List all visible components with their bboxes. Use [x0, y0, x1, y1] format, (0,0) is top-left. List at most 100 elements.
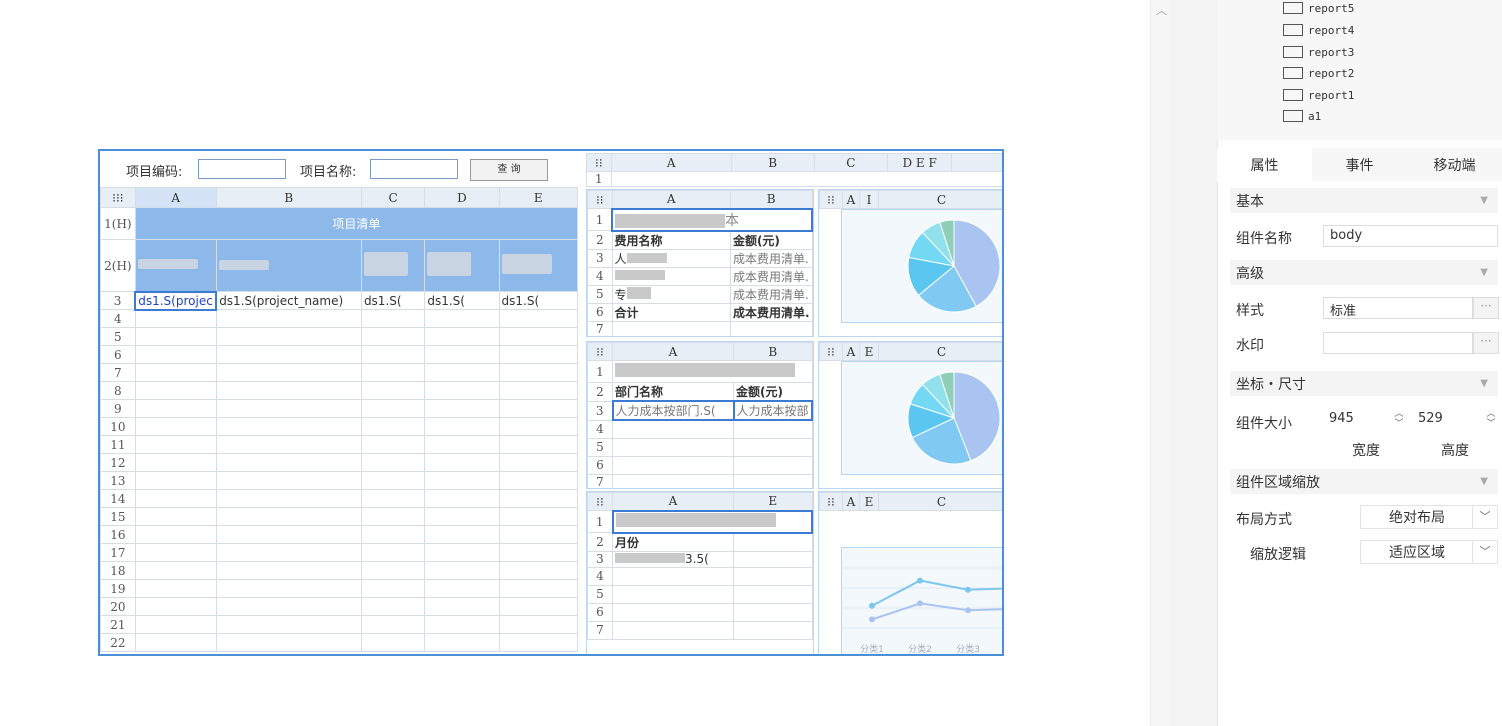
col-header[interactable]: A	[134, 187, 217, 208]
param-code-input[interactable]	[198, 159, 286, 179]
layout-select[interactable]: 绝对布局 ﹀	[1360, 505, 1498, 529]
data-cell[interactable]: 人力成本按部	[732, 400, 813, 421]
data-cell[interactable]	[134, 561, 217, 580]
data-cell[interactable]	[215, 507, 362, 526]
data-cell[interactable]	[360, 579, 426, 598]
data-cell[interactable]: 月份	[612, 532, 734, 552]
header-cell[interactable]	[498, 239, 579, 292]
data-cell[interactable]	[498, 327, 579, 346]
data-cell[interactable]	[733, 550, 813, 568]
data-cell[interactable]: 合计	[611, 302, 731, 322]
data-cell[interactable]: 金额(元)	[729, 230, 813, 250]
pie-chart-2[interactable]	[841, 361, 1002, 475]
monthly-report[interactable]: ⁝⁝ A E 1 2 月份 3 3.5( 4 5 6 7	[586, 491, 814, 654]
col-header[interactable]: A	[610, 153, 732, 172]
data-cell[interactable]	[215, 417, 362, 436]
data-cell[interactable]	[134, 633, 217, 652]
data-cell[interactable]: 金额(元)	[733, 382, 813, 402]
data-cell[interactable]	[498, 633, 579, 652]
data-cell[interactable]	[360, 489, 426, 508]
data-cell[interactable]	[360, 309, 426, 328]
data-cell[interactable]	[360, 345, 426, 364]
data-cell[interactable]	[360, 381, 426, 400]
data-cell[interactable]: ds1.S(	[360, 291, 426, 310]
report-body[interactable]: 项目编码: 项目名称: 查 询 ⁝⁝⁝ A B C D E 1(H) 项目清单 …	[98, 149, 1004, 656]
data-cell[interactable]	[498, 345, 579, 364]
tree-item-report3[interactable]: report3	[1283, 42, 1354, 62]
scroll-up-icon[interactable]: ︿	[1156, 2, 1167, 18]
data-cell[interactable]	[360, 417, 426, 436]
col-header[interactable]: B	[215, 187, 362, 208]
data-cell[interactable]	[424, 615, 500, 634]
data-cell[interactable]	[611, 266, 731, 286]
line-chart[interactable]: 分类1 分类2 分类3	[841, 547, 1002, 654]
data-cell[interactable]	[424, 525, 500, 544]
data-cell[interactable]	[498, 507, 579, 526]
width-input[interactable]: 945	[1323, 409, 1391, 431]
zoom-logic-select[interactable]: 适应区域 ﹀	[1360, 540, 1498, 564]
data-cell[interactable]: 成本费用清单.	[729, 266, 813, 286]
tree-item-report1[interactable]: report1	[1283, 85, 1354, 105]
data-cell[interactable]	[215, 309, 362, 328]
tree-item-report2[interactable]: report2	[1283, 63, 1354, 83]
data-cell[interactable]	[215, 489, 362, 508]
data-cell[interactable]	[424, 381, 500, 400]
data-cell[interactable]	[215, 363, 362, 382]
data-cell[interactable]: 人力成本按部门.S(	[611, 400, 735, 421]
data-cell[interactable]	[424, 363, 500, 382]
report-title[interactable]: 项目清单	[134, 207, 579, 240]
data-cell[interactable]	[498, 399, 579, 418]
col-header[interactable]: D E F	[887, 153, 953, 172]
canvas-scrollbar[interactable]: ︿	[1150, 0, 1171, 726]
data-cell[interactable]	[134, 453, 217, 472]
data-cell[interactable]	[424, 471, 500, 490]
data-cell[interactable]: 专	[611, 284, 731, 304]
data-cell[interactable]	[498, 543, 579, 562]
data-cell[interactable]	[215, 435, 362, 454]
tree-item-report4[interactable]: report4	[1283, 20, 1354, 40]
data-cell[interactable]	[360, 597, 426, 616]
data-cell[interactable]	[424, 579, 500, 598]
tree-item-a1[interactable]: a1	[1283, 106, 1321, 126]
data-cell[interactable]	[498, 417, 579, 436]
cost-report[interactable]: ⁝⁝ A B 1本 2 费用名称 金额(元) 3 人成本费用清单. 4 成本费用清单. 5专…	[586, 189, 814, 337]
header-cell[interactable]	[134, 239, 217, 292]
style-input[interactable]: 标准	[1323, 297, 1473, 319]
data-cell[interactable]: ds1.S(	[498, 291, 579, 310]
data-cell[interactable]	[215, 543, 362, 562]
data-cell[interactable]	[134, 435, 217, 454]
col-header[interactable]: B	[729, 190, 813, 209]
data-cell[interactable]	[498, 381, 579, 400]
height-stepper-icon[interactable]: ︿ ﹀	[1484, 409, 1498, 431]
monthly-report-title[interactable]	[611, 509, 813, 534]
data-cell[interactable]	[424, 327, 500, 346]
data-cell[interactable]	[424, 417, 500, 436]
cost-report-title[interactable]: 本	[611, 207, 813, 232]
data-cell[interactable]	[424, 345, 500, 364]
data-cell[interactable]	[360, 543, 426, 562]
data-cell[interactable]	[215, 615, 362, 634]
data-cell[interactable]	[215, 453, 362, 472]
col-header[interactable]	[951, 153, 1002, 172]
data-cell[interactable]	[498, 489, 579, 508]
data-cell[interactable]	[498, 597, 579, 616]
data-cell[interactable]	[215, 399, 362, 418]
data-cell[interactable]	[424, 543, 500, 562]
data-cell[interactable]	[215, 525, 362, 544]
data-cell[interactable]	[498, 435, 579, 454]
col-header[interactable]: C	[813, 153, 889, 172]
data-cell[interactable]: 成本费用清单.	[729, 284, 813, 304]
data-cell[interactable]	[360, 327, 426, 346]
data-cell[interactable]: 成本费用清单.	[729, 302, 813, 322]
data-cell[interactable]	[424, 507, 500, 526]
data-cell[interactable]	[134, 489, 217, 508]
width-stepper-icon[interactable]: ︿ ﹀	[1392, 409, 1406, 431]
top-strip-grid[interactable]: ⁝⁝ A B C D E F 1	[586, 153, 1002, 187]
data-cell[interactable]	[134, 471, 217, 490]
height-input[interactable]: 529	[1412, 409, 1480, 431]
data-cell[interactable]	[360, 471, 426, 490]
data-cell[interactable]	[424, 309, 500, 328]
data-cell[interactable]	[498, 579, 579, 598]
data-cell[interactable]	[215, 381, 362, 400]
col-header[interactable]: E	[733, 492, 813, 511]
